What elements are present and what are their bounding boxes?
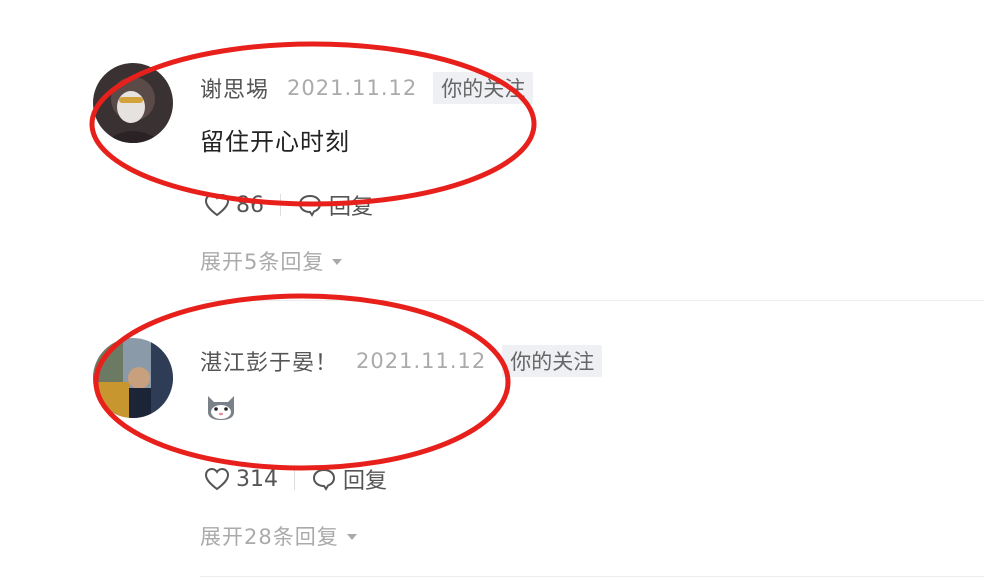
following-badge: 你的关注 [502, 345, 603, 377]
caret-down-icon [346, 534, 357, 540]
expand-replies-label: 展开5条回复 [200, 250, 325, 274]
caret-down-icon [332, 259, 343, 265]
expand-replies[interactable]: 展开5条回复 [200, 246, 343, 276]
expand-replies[interactable]: 展开28条回复 [200, 521, 357, 551]
comment-divider [200, 576, 984, 577]
annotation-ring [89, 41, 537, 207]
annotation-ring [93, 293, 511, 471]
expand-replies-label: 展开28条回复 [200, 525, 339, 549]
